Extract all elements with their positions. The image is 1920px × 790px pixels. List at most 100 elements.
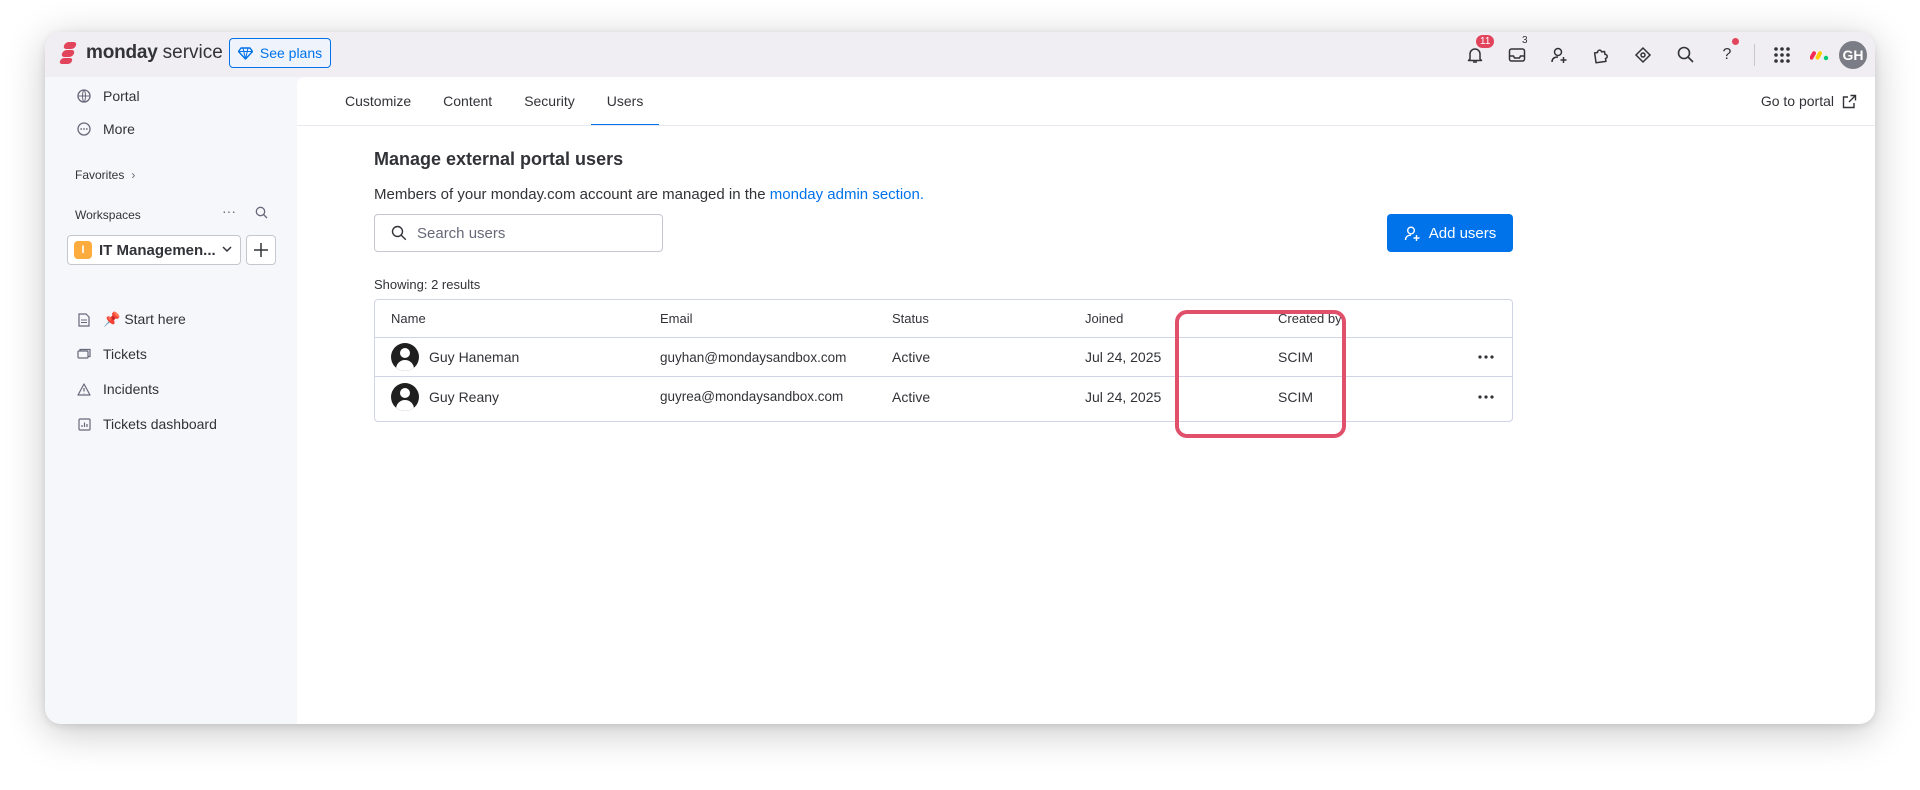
sidebar-item-start-here[interactable]: 📌 Start here	[75, 311, 186, 328]
add-users-button[interactable]: Add users	[1387, 214, 1513, 252]
workspaces-label: Workspaces	[75, 208, 141, 222]
app-window: monday service See plans 11 3 ? GH Porta…	[45, 32, 1875, 724]
workspace-badge: I	[74, 241, 92, 259]
integrations-button[interactable]	[1580, 32, 1622, 77]
sidebar-item-tickets[interactable]: Tickets	[75, 346, 147, 362]
external-link-icon	[1842, 94, 1857, 108]
sidebar-item-incidents[interactable]: Incidents	[75, 381, 159, 397]
document-icon	[75, 312, 93, 327]
bell-icon	[1467, 47, 1483, 63]
column-header-joined[interactable]: Joined	[1085, 300, 1123, 337]
user-joined: Jul 24, 2025	[1085, 349, 1162, 365]
sidebar-item-label: Incidents	[103, 381, 160, 397]
subtitle-text: Members of your monday.com account are m…	[374, 186, 770, 203]
puzzle-icon	[1593, 48, 1608, 64]
user-email: guyhan@mondaysandbox.com	[660, 349, 847, 365]
workspace-search-icon[interactable]	[255, 206, 268, 219]
page-title: Manage external portal users	[374, 149, 624, 169]
tabs-divider	[297, 125, 1875, 126]
help-icon: ?	[1722, 45, 1732, 63]
inbox-icon	[1508, 47, 1526, 62]
search-icon	[1677, 46, 1694, 63]
autopilot-button[interactable]	[1622, 32, 1664, 77]
monday-products-button[interactable]	[1803, 32, 1837, 77]
user-name: Guy Reany	[429, 388, 500, 405]
tab-security[interactable]: Security	[508, 77, 591, 125]
column-header-email[interactable]: Email	[660, 300, 693, 337]
monday-dots-icon	[1810, 50, 1829, 60]
globe-icon	[75, 89, 93, 103]
warning-icon	[75, 382, 93, 396]
top-icons: 11 3 ? GH	[1454, 32, 1875, 77]
logo[interactable]: monday service	[58, 42, 223, 64]
add-users-label: Add users	[1428, 224, 1497, 242]
dashboard-icon	[75, 417, 93, 431]
search-input[interactable]	[417, 224, 637, 242]
favorites-header[interactable]: Favorites ›	[75, 168, 135, 182]
monday-logo-icon	[58, 42, 79, 64]
user-name-cell: Guy Reany	[391, 377, 499, 416]
go-to-portal-label: Go to portal	[1760, 93, 1834, 109]
network-icon	[1634, 46, 1652, 63]
search-button[interactable]	[1664, 32, 1706, 77]
tab-content[interactable]: Content	[427, 77, 508, 125]
user-status: Active	[892, 388, 931, 405]
brand-product: service	[162, 42, 223, 63]
workspace-options-icon[interactable]: ···	[222, 203, 236, 219]
user-status: Active	[892, 349, 931, 365]
inbox-count: 3	[1522, 35, 1528, 46]
sidebar-item-tickets-dashboard[interactable]: Tickets dashboard	[75, 416, 217, 432]
sidebar-item-label: 📌 Start here	[103, 311, 186, 327]
row-actions-button[interactable]	[1478, 338, 1494, 376]
user-avatar-icon	[391, 343, 419, 371]
diamond-icon	[237, 46, 253, 60]
inbox-button[interactable]: 3	[1496, 32, 1538, 77]
add-person-icon	[1551, 47, 1567, 63]
chevron-down-icon	[222, 246, 232, 253]
tab-users[interactable]: Users	[590, 77, 660, 126]
favorites-label: Favorites	[75, 168, 125, 182]
top-bar: monday service See plans 11 3 ? GH	[45, 32, 1875, 77]
column-header-name[interactable]: Name	[391, 300, 426, 337]
go-to-portal-link[interactable]: Go to portal	[1761, 93, 1857, 109]
divider	[1754, 43, 1755, 66]
sidebar-item-portal[interactable]: Portal	[75, 88, 140, 104]
add-workspace-button[interactable]	[246, 235, 276, 265]
user-joined: Jul 24, 2025	[1085, 388, 1162, 405]
user-email: guyrea@mondaysandbox.com	[660, 389, 844, 404]
user-name-cell: Guy Haneman	[391, 338, 519, 376]
see-plans-button[interactable]: See plans	[229, 38, 331, 68]
tab-customize[interactable]: Customize	[329, 77, 427, 125]
sidebar-item-label: More	[103, 121, 135, 137]
notifications-button[interactable]: 11	[1454, 32, 1496, 77]
column-header-status[interactable]: Status	[892, 300, 929, 337]
apps-button[interactable]	[1761, 32, 1803, 77]
search-field[interactable]	[374, 214, 663, 252]
brand-name: monday	[86, 42, 158, 63]
help-dot	[1732, 38, 1739, 45]
workspace-selector[interactable]: I IT Managemen...	[67, 235, 241, 265]
tabs: Customize Content Security Users	[329, 77, 660, 126]
see-plans-label: See plans	[259, 45, 323, 61]
workspace-name: IT Managemen...	[99, 241, 216, 259]
sidebar-item-label: Tickets dashboard	[103, 416, 217, 432]
chevron-right-icon: ›	[131, 168, 136, 182]
sidebar-item-more[interactable]: More	[75, 121, 135, 137]
user-avatar[interactable]: GH	[1837, 38, 1869, 71]
sidebar-item-label: Portal	[103, 88, 140, 104]
search-icon	[391, 225, 407, 241]
results-count: Showing: 2 results	[374, 277, 481, 292]
tickets-icon	[75, 348, 93, 360]
help-button[interactable]: ?	[1706, 32, 1748, 77]
more-horizontal-icon	[1478, 394, 1494, 399]
add-person-icon	[1404, 226, 1420, 241]
admin-section-link[interactable]: monday admin section.	[770, 186, 924, 203]
created-by-highlight	[1175, 310, 1346, 438]
page-subtitle: Members of your monday.com account are m…	[374, 186, 924, 203]
notifications-badge: 11	[1476, 35, 1495, 48]
row-actions-button[interactable]	[1478, 377, 1494, 416]
invite-members-button[interactable]	[1538, 32, 1580, 77]
user-avatar-icon	[391, 382, 419, 411]
more-horizontal-icon	[1478, 355, 1494, 359]
sidebar-item-label: Tickets	[103, 346, 147, 362]
